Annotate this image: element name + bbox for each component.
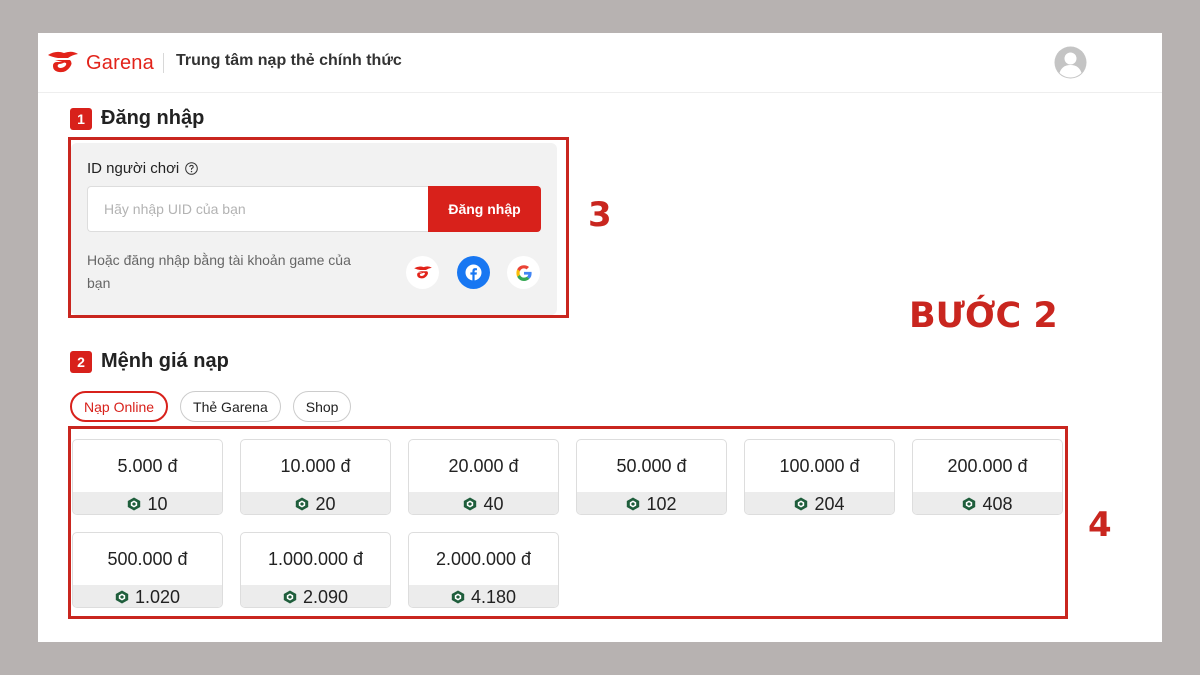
login-section-header: 1 Đăng nhập [70,107,204,130]
annotation-step-title: BƯỚC 2 [909,296,1058,336]
tab-the-garena[interactable]: Thẻ Garena [180,391,281,422]
login-highlight-box [68,137,569,318]
denomination-section-title: Mệnh giá nạp [101,350,229,372]
brand-name: Garena [86,51,154,74]
tab-nap-online[interactable]: Nạp Online [70,391,169,422]
site-title: Trung tâm nạp thẻ chính thức [176,52,402,69]
garena-logo[interactable]: Garena [46,50,154,76]
login-section-title: Đăng nhập [101,107,205,129]
topup-method-tabs: Nạp Online Thẻ Garena Shop [70,391,363,422]
tab-shop[interactable]: Shop [292,391,352,422]
denomination-highlight-box [68,426,1068,619]
garena-logo-icon [48,51,78,73]
topup-page: Garena Trung tâm nạp thẻ chính thức 1 Đă… [38,33,1162,642]
denomination-section-header: 2 Mệnh giá nạp [70,350,229,373]
header-divider [163,53,164,73]
annotation-4: 4 [1088,505,1112,545]
annotation-3: 3 [588,195,612,235]
step-number: 1 [70,107,92,130]
top-bar: Garena Trung tâm nạp thẻ chính thức [38,33,1162,93]
user-avatar-icon[interactable] [1054,46,1087,79]
step-number: 2 [70,350,92,373]
